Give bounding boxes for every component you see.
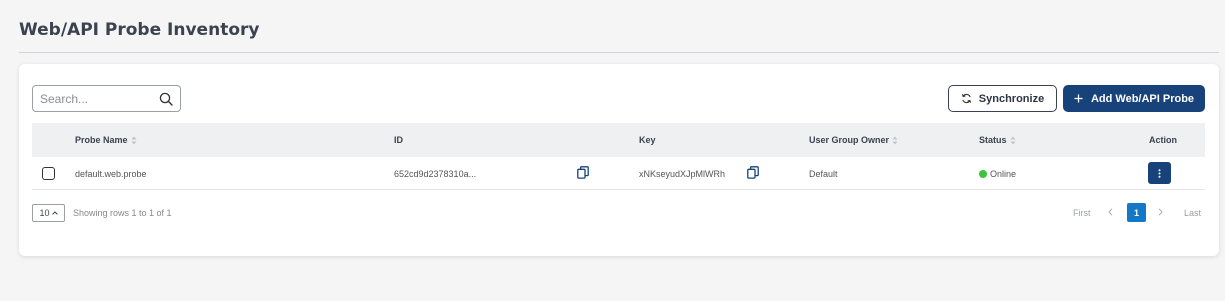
column-label: ID [394, 135, 403, 145]
column-header-id: ID [394, 135, 403, 145]
pagination-first[interactable]: First [1073, 208, 1091, 218]
column-label: User Group Owner [809, 135, 890, 145]
column-header-status[interactable]: Status [979, 135, 1016, 145]
probe-id-cell: 652cd9d2378310a... [394, 169, 477, 179]
add-web-api-probe-button[interactable]: Add Web/API Probe [1063, 85, 1205, 112]
table-header: Probe Name ID Key User Group Owner Statu… [32, 123, 1205, 157]
search-icon[interactable] [159, 92, 173, 106]
search-box[interactable] [32, 85, 181, 112]
row-select-checkbox[interactable] [42, 167, 55, 180]
probe-inventory-card: Synchronize Add Web/API Probe Probe Name… [19, 64, 1219, 256]
synchronize-button[interactable]: Synchronize [948, 85, 1057, 112]
column-label: Status [979, 135, 1007, 145]
column-header-probe-name[interactable]: Probe Name [75, 135, 137, 145]
table-row: default.web.probe 652cd9d2378310a... xNK… [32, 157, 1205, 190]
column-header-action: Action [1149, 135, 1177, 145]
page-size-value: 10 [39, 208, 50, 218]
copy-id-icon[interactable] [577, 166, 589, 179]
column-label: Action [1149, 135, 1177, 145]
chevron-up-icon [51, 211, 58, 215]
sync-icon [961, 93, 971, 104]
pagination-last[interactable]: Last [1184, 208, 1201, 218]
status-cell: Online [979, 169, 1016, 179]
synchronize-label: Synchronize [978, 92, 1045, 105]
add-probe-label: Add Web/API Probe [1090, 92, 1195, 105]
status-online-indicator [979, 170, 987, 178]
status-label: Online [990, 169, 1017, 179]
chevron-left-icon[interactable] [1108, 208, 1113, 216]
row-actions-button[interactable] [1148, 162, 1171, 184]
copy-key-icon[interactable] [747, 166, 759, 179]
plus-icon [1074, 94, 1083, 103]
column-header-user-group-owner[interactable]: User Group Owner [809, 135, 898, 145]
user-group-owner-cell: Default [809, 169, 838, 179]
column-label: Probe Name [75, 135, 128, 145]
more-vertical-icon [1158, 168, 1161, 178]
column-header-key: Key [639, 135, 656, 145]
sort-icon[interactable] [1010, 136, 1016, 145]
pagination-page-current[interactable]: 1 [1127, 203, 1146, 222]
page-size-select[interactable]: 10 [32, 204, 65, 222]
chevron-right-icon[interactable] [1158, 208, 1163, 216]
page-title: Web/API Probe Inventory [19, 20, 260, 40]
probe-key-cell: xNKseyudXJpMlWRh [639, 169, 726, 179]
search-input[interactable] [40, 91, 155, 106]
column-label: Key [639, 135, 656, 145]
title-divider [19, 52, 1219, 53]
probe-name-cell: default.web.probe [75, 169, 147, 179]
rows-info: Showing rows 1 to 1 of 1 [73, 208, 172, 218]
sort-icon[interactable] [131, 136, 137, 145]
sort-icon[interactable] [892, 136, 898, 145]
